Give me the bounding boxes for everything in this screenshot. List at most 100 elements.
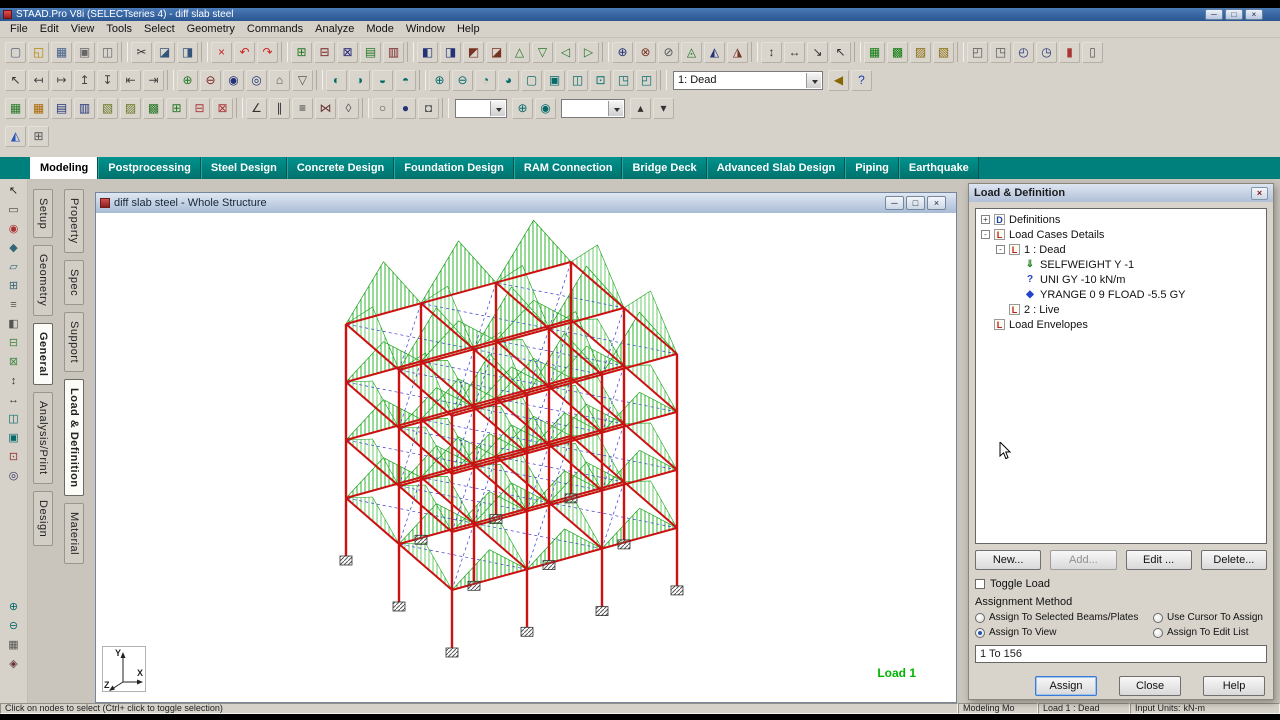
toolbar-icon[interactable]: ◬ [681, 41, 702, 63]
toolbar-combobox-1[interactable] [455, 98, 507, 118]
toolbar-icon[interactable]: ◉ [535, 97, 556, 119]
toolbar-icon[interactable]: ▧ [97, 97, 118, 119]
toolbar-icon[interactable]: ⊞ [28, 125, 49, 147]
toolbar-icon[interactable]: ≡ [292, 97, 313, 119]
toolbar-icon[interactable]: ◊ [338, 97, 359, 119]
toolbar-icon[interactable]: ⇤ [120, 69, 141, 91]
toolbar-icon[interactable]: ⊘ [658, 41, 679, 63]
toolbar-icon[interactable]: ◔ [475, 69, 496, 91]
window-control-button[interactable]: ─ [1205, 9, 1223, 20]
model-window-titlebar[interactable]: diff slab steel - Whole Structure ─ □ × [96, 193, 956, 213]
spinner-button[interactable]: ▾ [653, 97, 674, 119]
toolbar-icon[interactable]: ◐ [326, 69, 347, 91]
toolbar-icon[interactable]: ◭ [5, 125, 26, 147]
toolbar-icon[interactable]: ⊡ [590, 69, 611, 91]
tree-expander-icon[interactable]: + [981, 215, 990, 224]
model-window-control-button[interactable]: □ [906, 196, 925, 210]
menu-item[interactable]: Mode [360, 22, 400, 36]
mode-tab[interactable]: Piping [845, 157, 899, 179]
toolbar-icon[interactable]: ◘ [418, 97, 439, 119]
tool-strip-icon[interactable]: ⊠ [4, 352, 24, 371]
toolbar-icon[interactable]: ◱ [28, 41, 49, 63]
dialog-action-button[interactable]: Close [1119, 676, 1181, 696]
toolbar-icon[interactable]: ⊕ [512, 97, 533, 119]
toolbar-icon[interactable]: ⊖ [452, 69, 473, 91]
tool-strip-icon[interactable]: ⊞ [4, 276, 24, 295]
toolbar-icon[interactable]: ⊕ [429, 69, 450, 91]
menu-item[interactable]: File [4, 22, 34, 36]
toolbar-icon[interactable]: ↤ [28, 69, 49, 91]
tool-strip-icon[interactable]: ⊡ [4, 447, 24, 466]
toolbar-icon[interactable]: ◕ [498, 69, 519, 91]
toolbar-icon[interactable]: ◰ [636, 69, 657, 91]
toolbar-icon[interactable]: ▦ [51, 41, 72, 63]
tool-strip-icon[interactable]: ▣ [4, 428, 24, 447]
tool-strip-icon[interactable]: ▭ [4, 200, 24, 219]
tree-item[interactable]: L 2 : Live [978, 302, 1264, 317]
toolbar-icon[interactable]: ⊟ [314, 41, 335, 63]
tool-strip-icon[interactable]: ◈ [4, 654, 24, 673]
toolbar-icon[interactable]: ◨ [440, 41, 461, 63]
toolbar-icon[interactable]: ⊕ [177, 69, 198, 91]
dialog-titlebar[interactable]: Load & Definition × [969, 184, 1273, 202]
sidebar-tab[interactable]: Geometry [33, 245, 53, 316]
menu-item[interactable]: Tools [100, 22, 138, 36]
mode-tab[interactable]: Modeling [30, 157, 99, 179]
sidebar-tab[interactable]: Setup [33, 189, 53, 239]
tool-strip-icon[interactable]: ◫ [4, 409, 24, 428]
toolbar-icon[interactable]: ▥ [74, 97, 95, 119]
mode-tab[interactable]: Advanced Slab Design [706, 157, 846, 179]
toggle-load-checkbox[interactable]: Toggle Load [975, 578, 1267, 590]
toolbar-icon[interactable]: ⊠ [212, 97, 233, 119]
toolbar-icon[interactable]: ▧ [933, 41, 954, 63]
menu-item[interactable]: Commands [241, 22, 309, 36]
sidebar-tab[interactable]: Design [33, 490, 53, 546]
toolbar-icon[interactable]: ↷ [257, 41, 278, 63]
load-case-combobox[interactable]: 1: Dead [673, 70, 823, 90]
toolbar-icon[interactable]: ◳ [613, 69, 634, 91]
tool-strip-icon[interactable]: ▱ [4, 257, 24, 276]
tree-item[interactable]: - L 1 : Dead [978, 242, 1264, 257]
sidebar-tab[interactable]: General [33, 322, 53, 386]
menu-item[interactable]: Window [400, 22, 451, 36]
toolbar-icon[interactable]: ◮ [727, 41, 748, 63]
assignment-radio-option[interactable]: Assign To Selected Beams/Plates [975, 612, 1153, 623]
toolbar-icon[interactable]: ↖ [5, 69, 26, 91]
toolbar-icon[interactable]: ◀ [828, 69, 849, 91]
toolbar-icon[interactable]: ◪ [486, 41, 507, 63]
toolbar-icon[interactable]: ◓ [395, 69, 416, 91]
menu-item[interactable]: Analyze [309, 22, 360, 36]
toolbar-icon[interactable]: ↧ [97, 69, 118, 91]
assign-list-input[interactable] [975, 645, 1267, 663]
toolbar-icon[interactable]: ✂ [131, 41, 152, 63]
toolbar-icon[interactable]: ⊞ [166, 97, 187, 119]
toolbar-icon[interactable]: ⋈ [315, 97, 336, 119]
toolbar-icon[interactable]: ⊖ [200, 69, 221, 91]
assignment-radio-option[interactable]: Assign To View [975, 627, 1153, 638]
toolbar-icon[interactable]: ⊟ [189, 97, 210, 119]
menu-item[interactable]: Help [451, 22, 486, 36]
tree-action-button[interactable]: Delete... [1200, 550, 1267, 570]
assignment-radio-option[interactable]: Assign To Edit List [1153, 627, 1267, 638]
tool-strip-icon[interactable]: ⊕ [4, 597, 24, 616]
tool-strip-icon[interactable]: ◎ [4, 466, 24, 485]
tool-strip-icon[interactable]: ▦ [4, 635, 24, 654]
menu-item[interactable]: Geometry [181, 22, 241, 36]
structure-model-canvas[interactable] [96, 213, 956, 702]
toolbar-icon[interactable]: ▤ [51, 97, 72, 119]
toolbar-icon[interactable]: ▦ [28, 97, 49, 119]
toolbar-icon[interactable]: ↥ [74, 69, 95, 91]
toolbar-icon[interactable]: ⊕ [612, 41, 633, 63]
toolbar-icon[interactable]: ▽ [532, 41, 553, 63]
dialog-action-button[interactable]: Assign [1035, 676, 1097, 696]
toolbar-icon[interactable]: ◭ [704, 41, 725, 63]
tree-expander-icon[interactable]: - [996, 245, 1005, 254]
sidebar-tab[interactable]: Material [64, 503, 84, 565]
toolbar-icon[interactable]: ▯ [1082, 41, 1103, 63]
toolbar-icon[interactable]: ∥ [269, 97, 290, 119]
toolbar-icon[interactable]: ? [851, 69, 872, 91]
mode-tab[interactable]: Steel Design [200, 157, 287, 179]
toolbar-icon[interactable]: ▥ [383, 41, 404, 63]
toolbar-combobox-2[interactable] [561, 98, 625, 118]
mode-tab[interactable]: Bridge Deck [622, 157, 707, 179]
